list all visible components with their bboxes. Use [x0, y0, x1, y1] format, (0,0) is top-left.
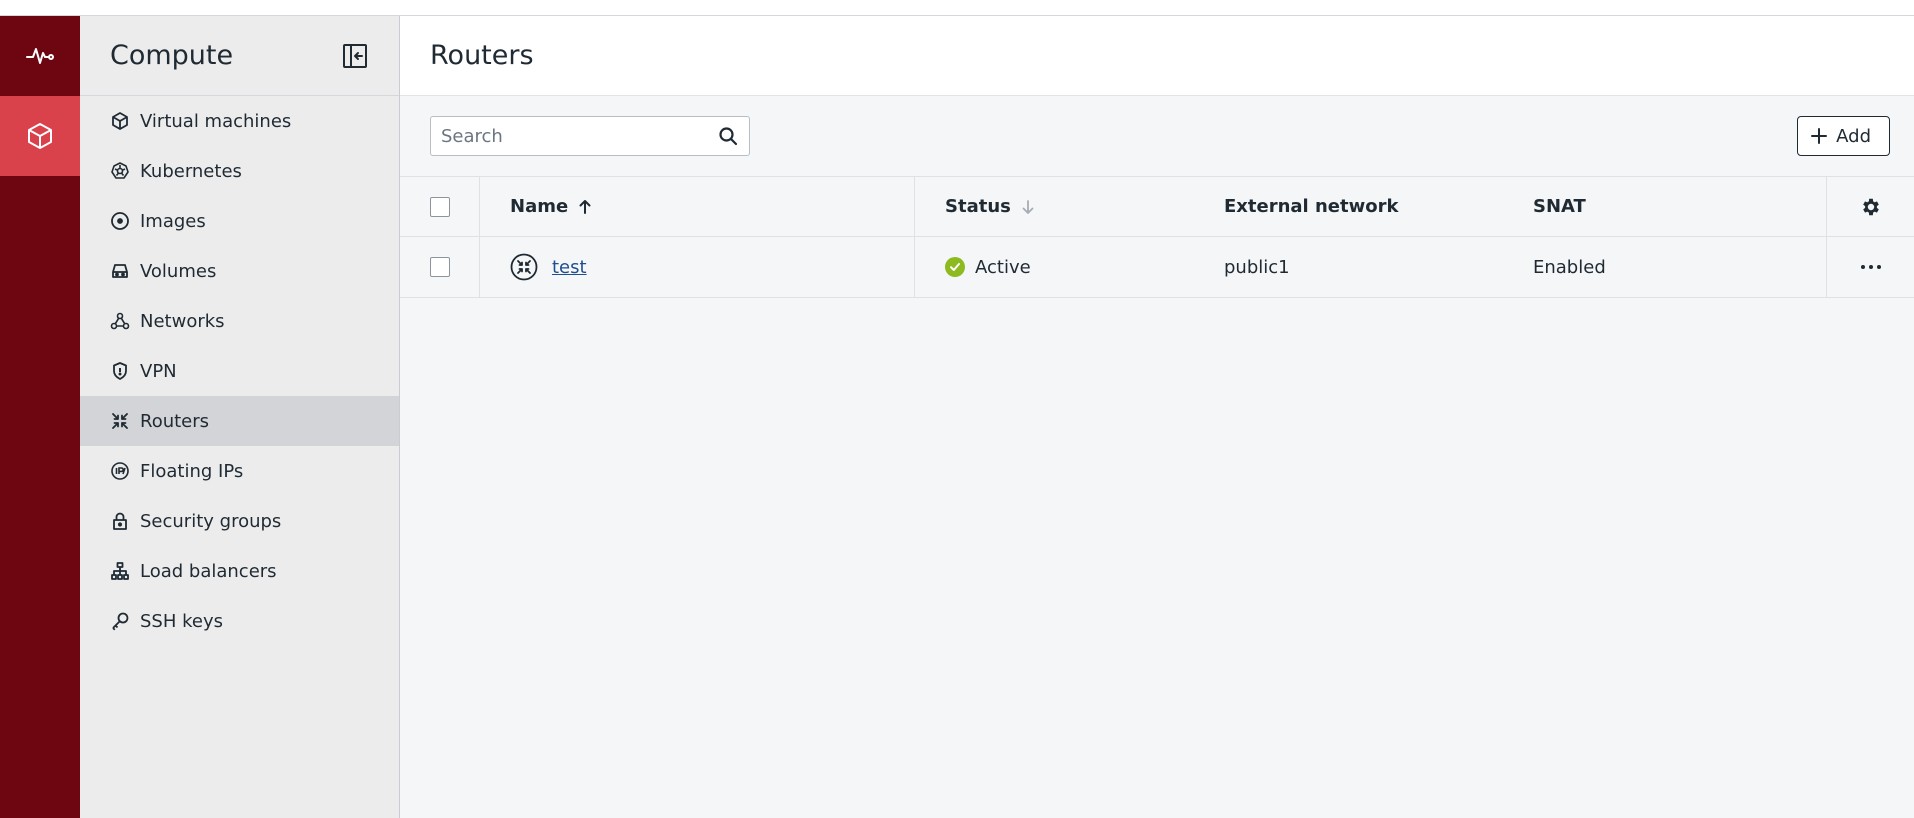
sidebar-item-routers[interactable]: Routers	[80, 396, 399, 446]
table-row[interactable]: test Active public1 Enabled	[400, 237, 1914, 298]
sidebar-menu: Virtual machines Kubernetes Images Volum…	[80, 96, 399, 646]
sort-ascending-icon	[578, 199, 592, 215]
search-icon	[719, 127, 738, 146]
cube-icon	[112, 112, 128, 130]
window-top-bar	[0, 0, 1914, 16]
more-horizontal-icon	[1860, 265, 1881, 269]
sidebar-item-kubernetes[interactable]: Kubernetes	[80, 146, 399, 196]
lock-icon	[113, 512, 127, 530]
collapse-sidebar-icon	[343, 43, 367, 68]
sidebar-item-label: Load balancers	[140, 560, 277, 582]
column-header-snat-label: SNAT	[1533, 196, 1586, 217]
row-status-cell: Active	[915, 237, 1224, 297]
router-arrows-icon	[112, 413, 128, 429]
sidebar-title: Compute	[110, 40, 234, 71]
key-icon	[112, 612, 129, 631]
column-header-external-network[interactable]: External network	[1224, 177, 1533, 236]
compute-sidebar: Compute Virtual machines Kubernetes Imag…	[80, 16, 400, 818]
snat-text: Enabled	[1533, 256, 1606, 278]
main-content: Routers Add Name Status	[400, 16, 1914, 818]
search-button[interactable]	[717, 125, 739, 147]
row-select-cell	[400, 237, 480, 297]
sidebar-item-label: Volumes	[140, 260, 217, 282]
external-network-text: public1	[1224, 256, 1290, 278]
sort-descending-icon	[1021, 199, 1035, 215]
row-snat-cell: Enabled	[1533, 237, 1826, 297]
sidebar-item-label: Floating IPs	[140, 460, 244, 482]
sidebar-item-label: SSH keys	[140, 610, 223, 632]
rail-monitoring-button[interactable]	[0, 16, 80, 96]
routers-table: Name Status External network SNAT test A…	[400, 176, 1914, 298]
search-input[interactable]	[441, 125, 717, 147]
column-header-status[interactable]: Status	[915, 177, 1224, 236]
row-external-network-cell: public1	[1224, 237, 1533, 297]
floating-ip-icon	[111, 462, 129, 480]
add-router-button[interactable]: Add	[1797, 116, 1890, 156]
hard-drive-icon	[112, 264, 128, 278]
row-actions-button[interactable]	[1826, 237, 1914, 297]
sidebar-item-load-balancers[interactable]: Load balancers	[80, 546, 399, 596]
search-box	[430, 116, 750, 156]
status-text: Active	[975, 256, 1031, 278]
column-header-name-label: Name	[510, 196, 569, 217]
select-all-cell	[400, 177, 480, 236]
sidebar-item-ssh-keys[interactable]: SSH keys	[80, 596, 399, 646]
cube-icon	[28, 123, 52, 149]
sidebar-item-label: Kubernetes	[140, 160, 242, 182]
sidebar-item-label: Networks	[140, 310, 225, 332]
sidebar-item-networks[interactable]: Networks	[80, 296, 399, 346]
router-icon	[510, 253, 538, 281]
select-all-checkbox[interactable]	[429, 196, 450, 217]
column-header-name[interactable]: Name	[480, 177, 915, 236]
table-header-row: Name Status External network SNAT	[400, 176, 1914, 237]
rail-compute-button[interactable]	[0, 96, 80, 176]
sidebar-item-label: Security groups	[140, 510, 282, 532]
sidebar-item-label: Images	[140, 210, 206, 232]
page-header: Routers	[400, 16, 1914, 96]
sidebar-item-virtual-machines[interactable]: Virtual machines	[80, 96, 399, 146]
kubernetes-wheel-icon	[111, 162, 129, 179]
sidebar-item-vpn[interactable]: VPN	[80, 346, 399, 396]
hierarchy-icon	[111, 562, 129, 580]
plus-icon	[1811, 128, 1828, 144]
sidebar-item-volumes[interactable]: Volumes	[80, 246, 399, 296]
disc-icon	[111, 212, 129, 230]
page-title: Routers	[430, 40, 534, 71]
shield-icon	[113, 362, 127, 380]
activity-pulse-icon	[26, 48, 54, 64]
check-circle-icon	[945, 257, 965, 277]
sidebar-item-label: Routers	[140, 410, 210, 432]
collapse-sidebar-button[interactable]	[341, 42, 369, 70]
toolbar: Add	[400, 96, 1914, 176]
sidebar-item-label: VPN	[140, 360, 177, 382]
column-header-status-label: Status	[945, 196, 1011, 217]
network-nodes-icon	[110, 312, 130, 330]
column-header-snat[interactable]: SNAT	[1533, 177, 1826, 236]
add-button-label: Add	[1836, 125, 1871, 147]
sidebar-item-images[interactable]: Images	[80, 196, 399, 246]
row-name-cell: test	[480, 237, 915, 297]
column-header-external-network-label: External network	[1224, 196, 1399, 217]
sidebar-item-label: Virtual machines	[140, 110, 292, 132]
sidebar-header: Compute	[80, 16, 399, 96]
row-select-checkbox[interactable]	[429, 257, 450, 277]
gear-icon	[1862, 198, 1879, 215]
sidebar-item-floating-ips[interactable]: Floating IPs	[80, 446, 399, 496]
router-name-link[interactable]: test	[552, 257, 587, 278]
app-rail	[0, 16, 80, 818]
column-settings-button[interactable]	[1826, 177, 1914, 236]
sidebar-item-security-groups[interactable]: Security groups	[80, 496, 399, 546]
